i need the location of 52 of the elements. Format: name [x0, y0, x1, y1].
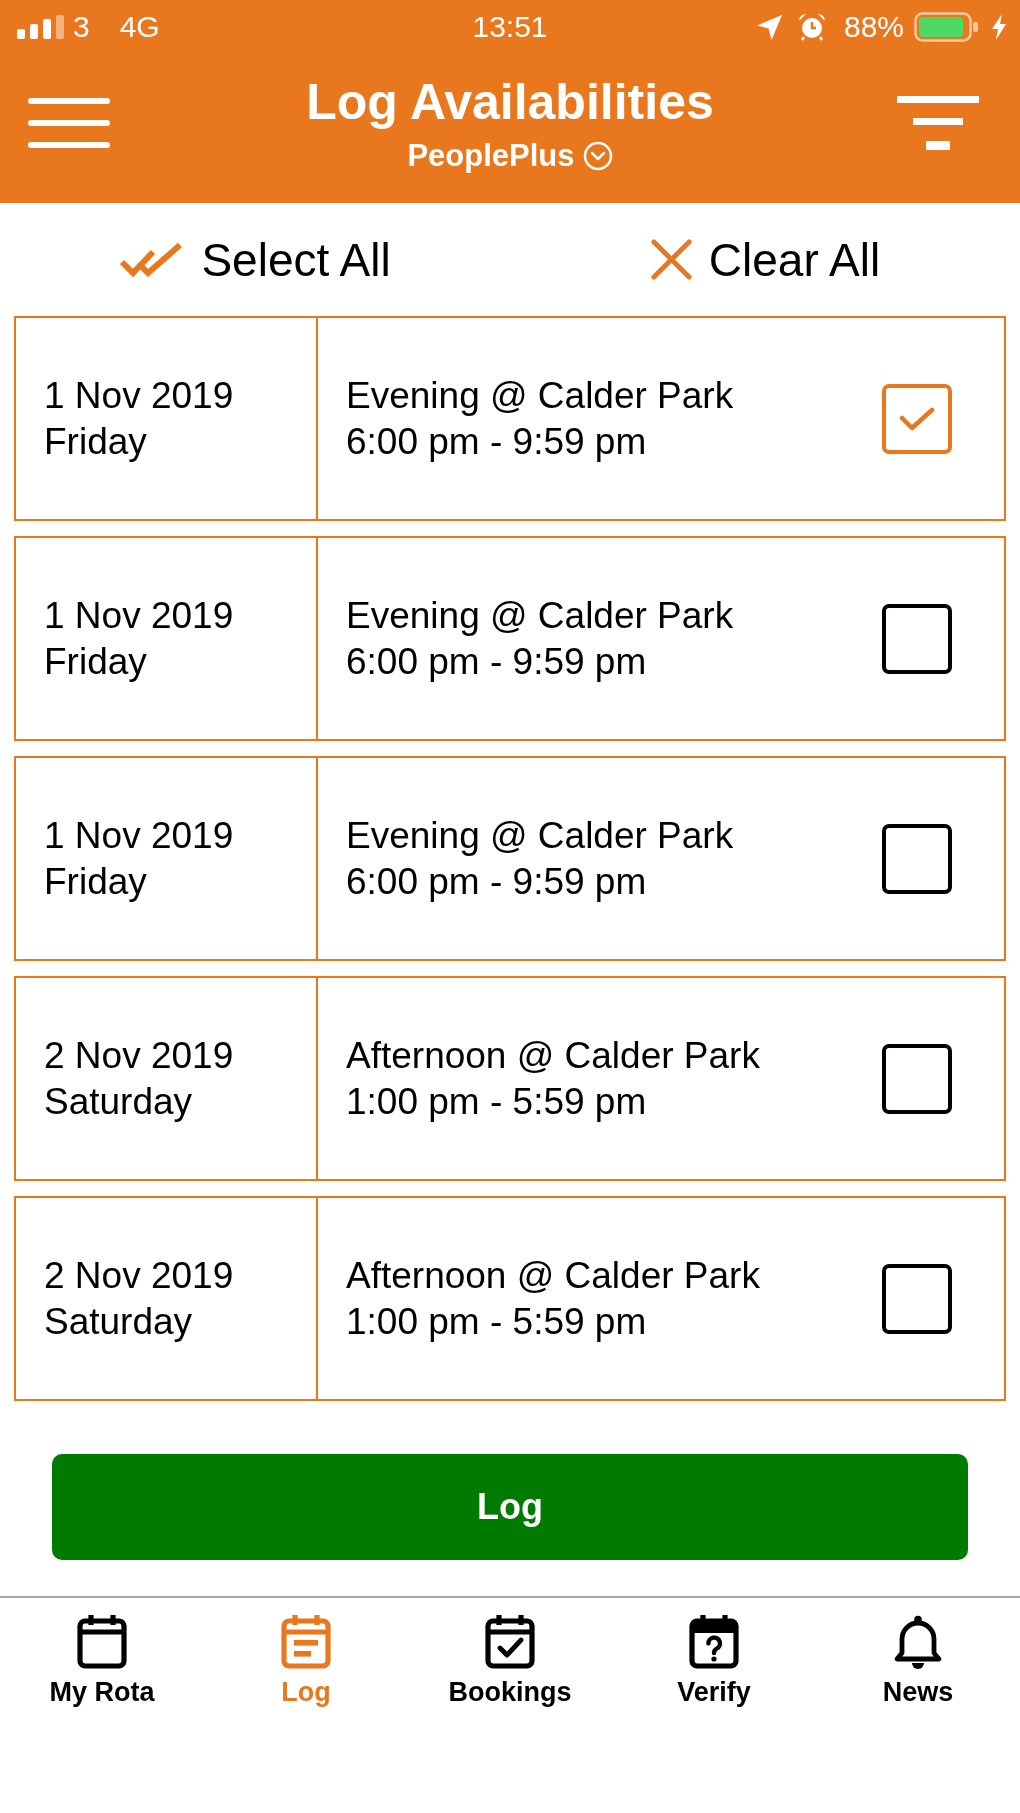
- chevron-down-circle-icon: [582, 141, 613, 171]
- date-text: 1 Nov 2019: [44, 373, 234, 418]
- menu-icon[interactable]: [28, 98, 110, 148]
- nav-tab[interactable]: My Rota: [0, 1613, 204, 1709]
- shift-text: Afternoon @ Calder Park: [346, 1033, 760, 1078]
- weekday-text: Friday: [44, 859, 147, 904]
- calendar-question-icon: [688, 1613, 740, 1669]
- weekday-text: Friday: [44, 419, 147, 464]
- network-type-text: 4G: [119, 12, 160, 42]
- checkbox[interactable]: [882, 383, 952, 454]
- date-text: 2 Nov 2019: [44, 1253, 234, 1298]
- cross-icon: [649, 238, 693, 281]
- shift-text: Afternoon @ Calder Park: [346, 1253, 760, 1298]
- alarm-clock-icon: [797, 13, 826, 41]
- calendar-icon: [76, 1613, 128, 1669]
- shift-time-text: 1:00 pm - 5:59 pm: [346, 1079, 647, 1124]
- battery-percent-text: 88%: [843, 12, 904, 42]
- carrier-text: 3: [73, 12, 90, 42]
- calendar-notes-icon: [280, 1613, 332, 1669]
- filter-icon[interactable]: [897, 96, 979, 150]
- weekday-text: Saturday: [44, 1299, 193, 1344]
- date-text: 2 Nov 2019: [44, 1033, 234, 1078]
- checkbox[interactable]: [882, 603, 952, 674]
- checkbox[interactable]: [882, 823, 952, 894]
- location-arrow-icon: [756, 14, 782, 40]
- shift-text: Evening @ Calder Park: [346, 373, 734, 418]
- checkbox[interactable]: [882, 1043, 952, 1114]
- nav-tab[interactable]: Bookings: [408, 1613, 612, 1709]
- signal-icon: [17, 15, 64, 39]
- charging-bolt-icon: [992, 14, 1006, 40]
- shift-text: Evening @ Calder Park: [346, 593, 734, 638]
- weekday-text: Friday: [44, 639, 147, 684]
- shift-time-text: 6:00 pm - 9:59 pm: [346, 419, 647, 464]
- weekday-text: Saturday: [44, 1079, 193, 1124]
- shift-text: Evening @ Calder Park: [346, 813, 734, 858]
- clear-all-button[interactable]: Clear All: [649, 231, 881, 288]
- page-title: Log Availabilities: [306, 74, 714, 130]
- shift-time-text: 6:00 pm - 9:59 pm: [346, 639, 647, 684]
- select-all-button[interactable]: Select All: [119, 231, 391, 288]
- log-button[interactable]: Log: [52, 1454, 968, 1560]
- date-text: 1 Nov 2019: [44, 813, 234, 858]
- battery-icon: [914, 12, 978, 42]
- checkbox[interactable]: [882, 1263, 952, 1334]
- date-text: 1 Nov 2019: [44, 593, 234, 638]
- clock-time: 13:51: [472, 12, 548, 42]
- calendar-check-icon: [484, 1613, 536, 1669]
- bell-icon: [892, 1613, 944, 1669]
- nav-tab[interactable]: News: [816, 1613, 1020, 1709]
- nav-tab[interactable]: Verify: [612, 1613, 816, 1709]
- shift-time-text: 6:00 pm - 9:59 pm: [346, 859, 647, 904]
- shift-time-text: 1:00 pm - 5:59 pm: [346, 1299, 647, 1344]
- checkmark-icon: [899, 406, 935, 431]
